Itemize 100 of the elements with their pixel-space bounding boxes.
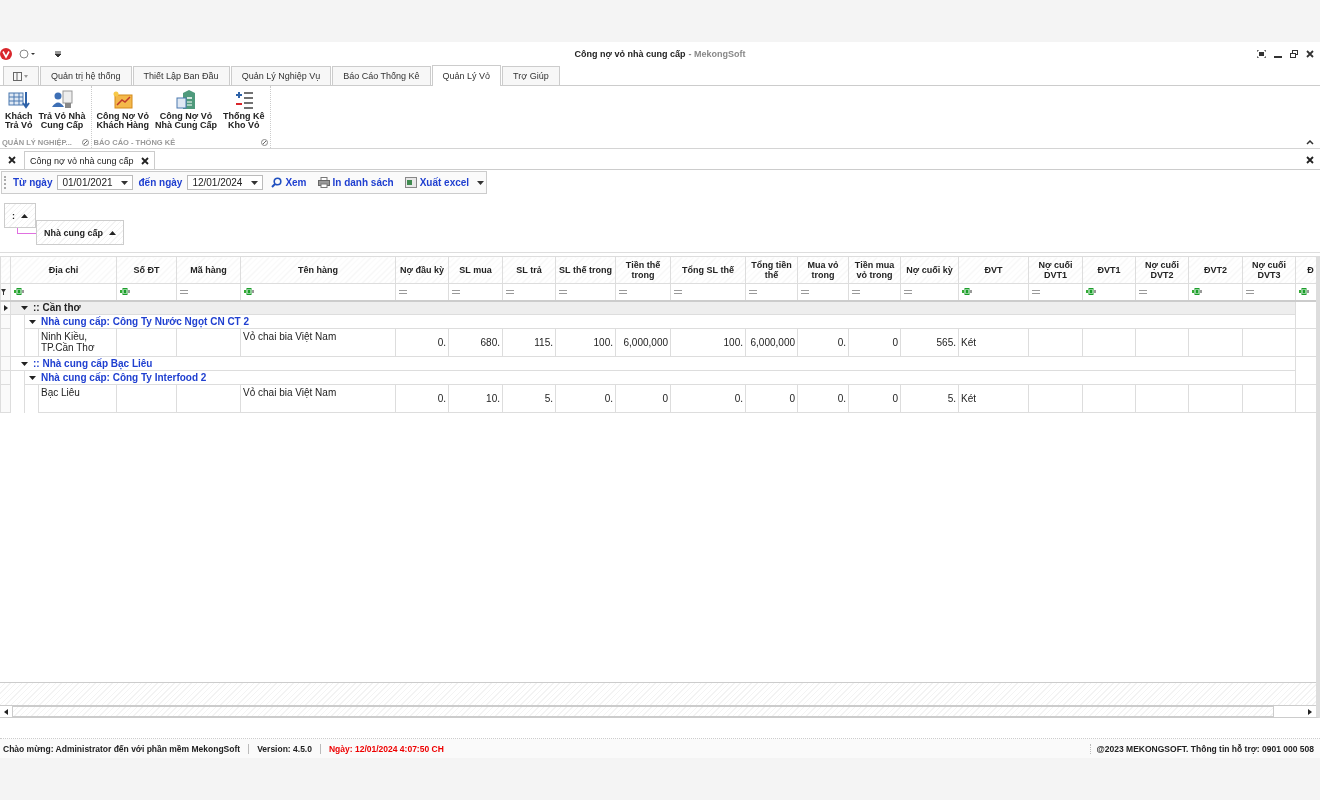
expand-icon[interactable]: [260, 138, 268, 146]
column-header[interactable]: Nợ cuối DVT3: [1242, 256, 1296, 284]
close-icon[interactable]: [1306, 49, 1314, 58]
ribbon-tab[interactable]: Quản Lý Nghiệp Vụ: [230, 66, 332, 85]
scroll-left-icon[interactable]: [4, 708, 8, 715]
table-cell: 100.: [723, 337, 743, 348]
expand-icon[interactable]: [81, 138, 89, 146]
column-header[interactable]: SL trả: [502, 256, 556, 284]
equals-filter-icon[interactable]: [904, 289, 912, 294]
group-by-chip[interactable]: :: [4, 203, 36, 228]
dropdown-icon[interactable]: [54, 49, 62, 58]
column-header[interactable]: Tổng tiền thế: [745, 256, 798, 284]
column-header[interactable]: Số ĐT: [116, 256, 177, 284]
equals-filter-icon[interactable]: [506, 289, 514, 294]
equals-filter-icon[interactable]: [1139, 289, 1147, 294]
ribbon-button[interactable]: Công Nợ Vỏ Khách Hàng: [93, 86, 153, 136]
column-header[interactable]: SL thế trong: [555, 256, 616, 284]
column-header[interactable]: Mua vỏ trong: [797, 256, 849, 284]
expand-toggle-icon[interactable]: [21, 306, 28, 312]
text-filter-icon[interactable]: [244, 288, 254, 296]
close-icon[interactable]: [1306, 156, 1314, 164]
column-header[interactable]: Nợ cuối DVT1: [1028, 256, 1083, 284]
text-filter-icon[interactable]: [120, 288, 130, 296]
column-header[interactable]: Mã hàng: [176, 256, 241, 284]
sort-up-icon: [21, 213, 28, 218]
ribbon-tab[interactable]: Báo Cáo Thống Kê: [332, 66, 431, 85]
ribbon-button[interactable]: Công Nợ Vỏ Nhà Cung Cấp: [152, 86, 221, 136]
expand-toggle-icon[interactable]: [29, 320, 36, 325]
dropdown-icon[interactable]: [121, 180, 129, 185]
column-header[interactable]: Tiền thế trong: [615, 256, 671, 284]
column-header[interactable]: ĐVT2: [1188, 256, 1243, 284]
to-date-field[interactable]: 12/01/2024: [187, 175, 264, 190]
export-button[interactable]: Xuất excel: [401, 177, 473, 188]
text-filter-icon[interactable]: [1299, 288, 1309, 296]
ribbon-tab[interactable]: Thiết Lập Ban Đầu: [132, 66, 230, 85]
expand-toggle-icon[interactable]: [29, 376, 36, 381]
ribbon-button[interactable]: Trả Vỏ Nhà Cung Cấp: [35, 86, 89, 136]
ribbon-tab[interactable]: Trợ Giúp: [502, 66, 560, 85]
group-by-chip[interactable]: Nhà cung cấp: [36, 220, 124, 245]
ribbon-button[interactable]: Thống Kê Kho Vỏ: [220, 86, 268, 136]
scroll-right-icon[interactable]: [1308, 708, 1312, 715]
equals-filter-icon[interactable]: [399, 289, 407, 294]
circle-icon[interactable]: [19, 48, 37, 59]
close-icon[interactable]: [141, 156, 150, 165]
table-cell: 0.: [437, 337, 446, 348]
printer-icon: [317, 177, 330, 188]
chart-icon: [111, 90, 134, 110]
close-icon[interactable]: [8, 156, 16, 164]
group-row-label: :: Cần thơ: [33, 302, 81, 314]
document-tab[interactable]: Công nợ vỏ nhà cung cấp: [24, 151, 156, 169]
column-header[interactable]: Nợ đầu kỳ: [395, 256, 449, 284]
equals-filter-icon[interactable]: [559, 289, 567, 294]
equals-filter-icon[interactable]: [801, 289, 809, 294]
equals-filter-icon[interactable]: [619, 289, 627, 294]
column-header[interactable]: Địa chỉ: [10, 256, 117, 284]
fullscreen-icon[interactable]: [1257, 49, 1266, 58]
expand-toggle-icon[interactable]: [21, 362, 28, 367]
equals-filter-icon[interactable]: [749, 289, 757, 294]
person-document-icon: [51, 90, 73, 110]
equals-filter-icon[interactable]: [1246, 289, 1254, 294]
equals-filter-icon[interactable]: [180, 289, 188, 294]
table-cell: Bạc Liêu: [41, 387, 80, 398]
table-cell: 6,000,000: [623, 337, 668, 348]
view-button[interactable]: Xem: [268, 177, 310, 188]
from-date-field[interactable]: 01/01/2021: [57, 175, 134, 190]
ribbon-button[interactable]: Khách Trả Vỏ: [2, 86, 36, 136]
column-header[interactable]: Tổng SL thế: [670, 256, 746, 284]
table-cell: Két: [961, 393, 977, 404]
filter-icon: [1, 288, 6, 295]
column-header[interactable]: Nợ cuối kỳ: [900, 256, 959, 284]
table-arrow-icon: [7, 90, 30, 110]
column-header[interactable]: ĐVT1: [1082, 256, 1136, 284]
equals-filter-icon[interactable]: [452, 289, 460, 294]
dropdown-icon[interactable]: [251, 180, 259, 185]
column-header[interactable]: SL mua: [448, 256, 503, 284]
equals-filter-icon[interactable]: [1032, 289, 1040, 294]
column-header[interactable]: ĐVT: [958, 256, 1029, 284]
collapse-icon[interactable]: [1306, 140, 1314, 145]
equals-filter-icon[interactable]: [852, 289, 860, 294]
copyright-text: @2023 MEKONGSOFT. Thông tin hỗ trợ: 0901 000 508: [1089, 743, 1314, 754]
column-header[interactable]: Tiền mua vỏ trong: [848, 256, 901, 284]
text-filter-icon[interactable]: [962, 288, 972, 296]
sort-up-icon: [109, 230, 116, 235]
print-button[interactable]: In danh sách: [314, 177, 397, 188]
column-header[interactable]: Nợ cuối DVT2: [1135, 256, 1189, 284]
column-header[interactable]: Đ: [1295, 256, 1316, 284]
text-filter-icon[interactable]: [1192, 288, 1202, 296]
text-filter-icon[interactable]: [1086, 288, 1096, 296]
scrollbar-thumb[interactable]: [12, 706, 1274, 717]
ribbon-tab[interactable]: Quản trị hệ thống: [40, 66, 132, 85]
ribbon-tab[interactable]: Quản Lý Vỏ: [431, 65, 502, 86]
column-header[interactable]: Tên hàng: [240, 256, 396, 284]
dropdown-icon[interactable]: [477, 180, 485, 185]
restore-icon[interactable]: [1290, 49, 1298, 58]
text-filter-icon[interactable]: [14, 288, 24, 296]
table-cell: 565.: [936, 337, 956, 348]
table-cell: 5.: [947, 393, 956, 404]
table-cell: 0: [892, 337, 898, 348]
panel-menu-icon[interactable]: [13, 71, 29, 81]
equals-filter-icon[interactable]: [674, 289, 682, 294]
